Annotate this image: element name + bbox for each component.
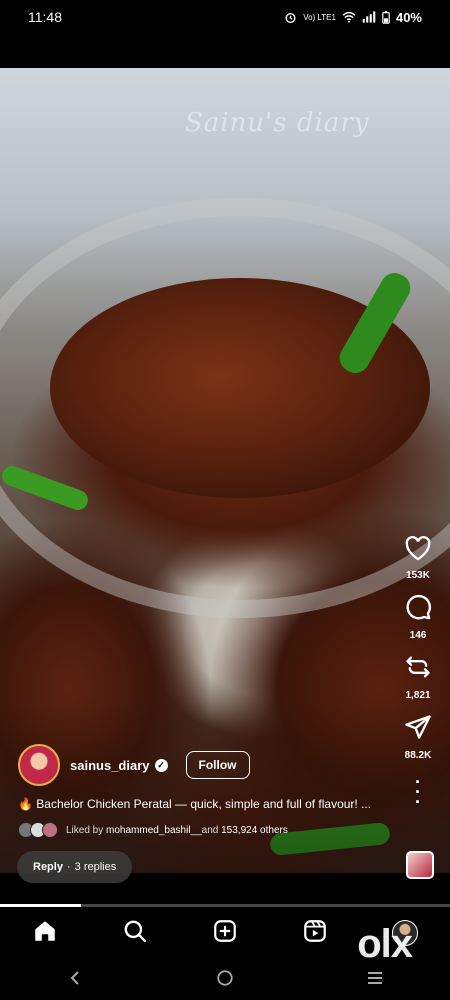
follow-button[interactable]: Follow bbox=[185, 751, 250, 779]
reels-icon bbox=[302, 918, 328, 949]
author-row: sainus_diary ✓ Follow bbox=[18, 744, 250, 786]
liked-by-others[interactable]: 153,924 others bbox=[221, 825, 288, 836]
comment-icon bbox=[404, 593, 432, 626]
status-icons: Vo) LTE1 40% bbox=[284, 10, 422, 25]
recents-icon bbox=[366, 970, 384, 991]
repost-icon bbox=[404, 653, 432, 686]
author-username[interactable]: sainus_diary bbox=[70, 758, 150, 773]
home-circle-icon bbox=[216, 969, 234, 992]
nav-home[interactable] bbox=[25, 913, 65, 953]
status-time: 11:48 bbox=[28, 9, 62, 25]
reel-caption[interactable]: 🔥 Bachelor Chicken Peratal — quick, simp… bbox=[18, 797, 398, 811]
liker-avatar bbox=[42, 822, 58, 838]
liked-by-line[interactable]: Liked by mohammed_bashil__ and 153,924 o… bbox=[18, 822, 288, 838]
system-recents-button[interactable] bbox=[355, 965, 395, 995]
send-icon bbox=[404, 713, 432, 746]
audio-thumbnail[interactable] bbox=[406, 851, 434, 879]
alarm-icon bbox=[284, 11, 297, 24]
battery-icon bbox=[382, 10, 390, 24]
status-bar: 11:48 Vo) LTE1 40% bbox=[0, 0, 450, 34]
signal-icon bbox=[362, 11, 376, 23]
comment-button[interactable]: 146 bbox=[404, 593, 432, 641]
repost-count: 1,821 bbox=[405, 690, 431, 701]
liked-by-prefix: Liked by bbox=[66, 824, 104, 836]
system-home-button[interactable] bbox=[205, 965, 245, 995]
back-chevron-icon bbox=[68, 970, 82, 991]
search-icon bbox=[122, 918, 148, 949]
nav-reels[interactable] bbox=[295, 913, 335, 953]
system-nav-bar bbox=[0, 960, 450, 1000]
wifi-icon bbox=[342, 11, 356, 23]
liker-avatars bbox=[18, 822, 58, 838]
comment-count: 146 bbox=[409, 630, 427, 641]
share-button[interactable]: 88.2K bbox=[404, 713, 432, 761]
more-vertical-icon: · · · bbox=[415, 772, 421, 812]
heart-icon bbox=[404, 535, 432, 566]
caption-scrim bbox=[0, 700, 450, 873]
author-avatar[interactable] bbox=[18, 744, 60, 786]
more-options-button[interactable]: · · · bbox=[415, 772, 421, 812]
reply-separator: · bbox=[66, 861, 71, 873]
like-count: 153K bbox=[406, 570, 430, 581]
video-watermark: Sainu's diary bbox=[185, 108, 370, 138]
nav-search[interactable] bbox=[115, 913, 155, 953]
verified-badge-icon: ✓ bbox=[154, 758, 168, 772]
action-rail: 153K 146 1,821 88.2K · · · bbox=[398, 535, 438, 819]
like-button[interactable]: 153K bbox=[404, 535, 432, 581]
reply-button[interactable]: Reply · 3 replies bbox=[17, 851, 133, 883]
home-icon bbox=[32, 918, 58, 949]
playback-progress-fill bbox=[0, 904, 81, 907]
nav-create[interactable] bbox=[205, 913, 245, 953]
reply-label: Reply bbox=[33, 861, 63, 873]
system-back-button[interactable] bbox=[55, 965, 95, 995]
network-label: Vo) LTE1 bbox=[303, 12, 336, 22]
liked-by-and: and bbox=[201, 824, 219, 836]
repost-button[interactable]: 1,821 bbox=[404, 653, 432, 701]
liked-by-user[interactable]: mohammed_bashil__ bbox=[106, 825, 202, 836]
battery-percent: 40% bbox=[395, 9, 422, 25]
playback-progress[interactable] bbox=[0, 904, 450, 907]
share-count: 88.2K bbox=[404, 750, 432, 761]
reply-count: 3 replies bbox=[74, 861, 117, 873]
create-icon bbox=[212, 918, 238, 949]
